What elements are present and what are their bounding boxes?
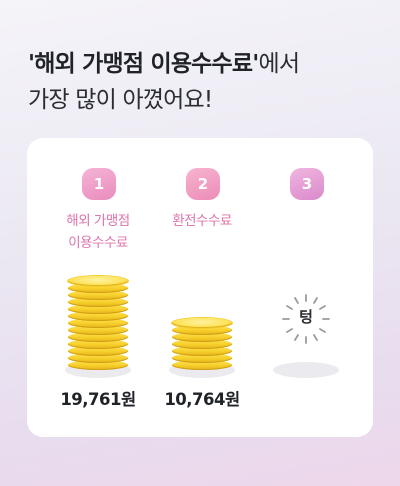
rank-badge-3: 3 [290,168,324,200]
coin-stack-icon [147,258,257,388]
ranking-item-2: 2 환전수수료 10,764원 [147,138,257,437]
headline: '해외 가맹점 이용수수료'에서 가장 많이 아꼈어요! [28,46,378,118]
category-label-2-line1: 환전수수료 [172,213,232,229]
empty-text: 텅 [299,308,313,326]
headline-line1: '해외 가맹점 이용수수료'에서 [28,46,378,82]
ranking-item-3: 3 텅 [251,138,361,437]
headline-line2: 가장 많이 아꼈어요! [28,87,213,113]
headline-suffix: 에서 [258,51,301,77]
empty-shadow [273,362,339,378]
category-label-1-line2: 이용수수료 [68,235,128,251]
amount-1: 19,761원 [60,390,136,409]
category-label-2: 환전수수료 [147,210,257,232]
coin [68,276,128,286]
category-label-1-line1: 해외 가맹점 [66,213,130,229]
empty-stack: 텅 [251,258,361,388]
coin [172,318,232,328]
rank-badge-2: 2 [186,168,220,200]
rank-badge-1: 1 [82,168,116,200]
category-label-1: 해외 가맹점 이용수수료 [43,210,153,254]
savings-ranking-card: 1 해외 가맹점 이용수수료 19,761원 2 환전수수료 10,764원 3 [27,138,373,437]
ranking-item-1: 1 해외 가맹점 이용수수료 19,761원 [43,138,153,437]
amount-2: 10,764원 [164,390,240,409]
coin-stack-icon [43,258,153,388]
headline-category: '해외 가맹점 이용수수료' [28,51,259,77]
